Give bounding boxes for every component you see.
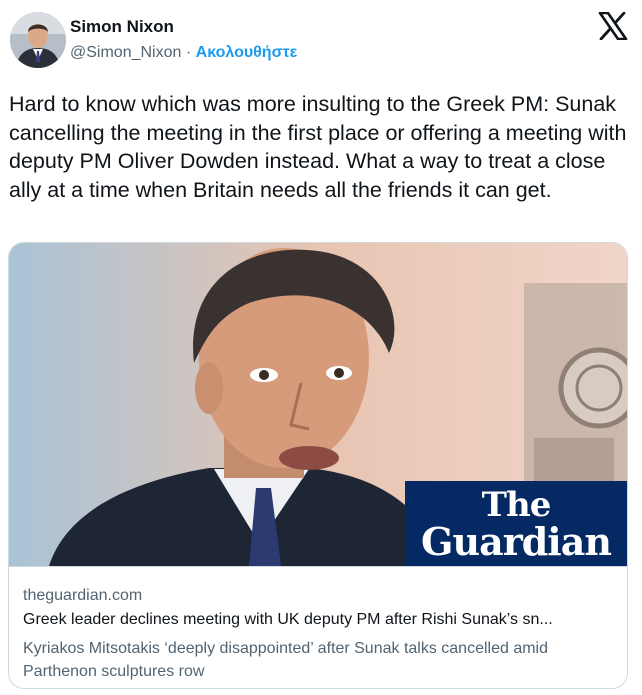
guardian-logo: The Guardian (405, 481, 627, 566)
author-name[interactable]: Simon Nixon (70, 17, 174, 37)
author-handle-line: @Simon_Nixon · Ακολουθήστε (70, 44, 297, 62)
handle-separator: · (185, 44, 192, 61)
follow-button[interactable]: Ακολουθήστε (196, 44, 298, 61)
brand-line-guardian: Guardian (421, 519, 612, 564)
link-card[interactable]: The Guardian theguardian.com Greek leade… (8, 242, 628, 689)
x-logo-icon[interactable] (598, 11, 628, 41)
card-image[interactable]: The Guardian (9, 243, 627, 566)
card-description: Kyriakos Mitsotakis ‘deeply disappointed… (23, 640, 549, 680)
author-avatar[interactable] (10, 12, 66, 68)
card-domain: theguardian.com (23, 587, 143, 604)
card-meta[interactable]: theguardian.com Greek leader declines me… (9, 566, 627, 688)
author-handle[interactable]: @Simon_Nixon (70, 44, 181, 61)
card-title[interactable]: Greek leader declines meeting with UK de… (23, 611, 615, 629)
tweet-text: Hard to know which was more insulting to… (9, 92, 627, 202)
avatar-photo (10, 12, 66, 68)
